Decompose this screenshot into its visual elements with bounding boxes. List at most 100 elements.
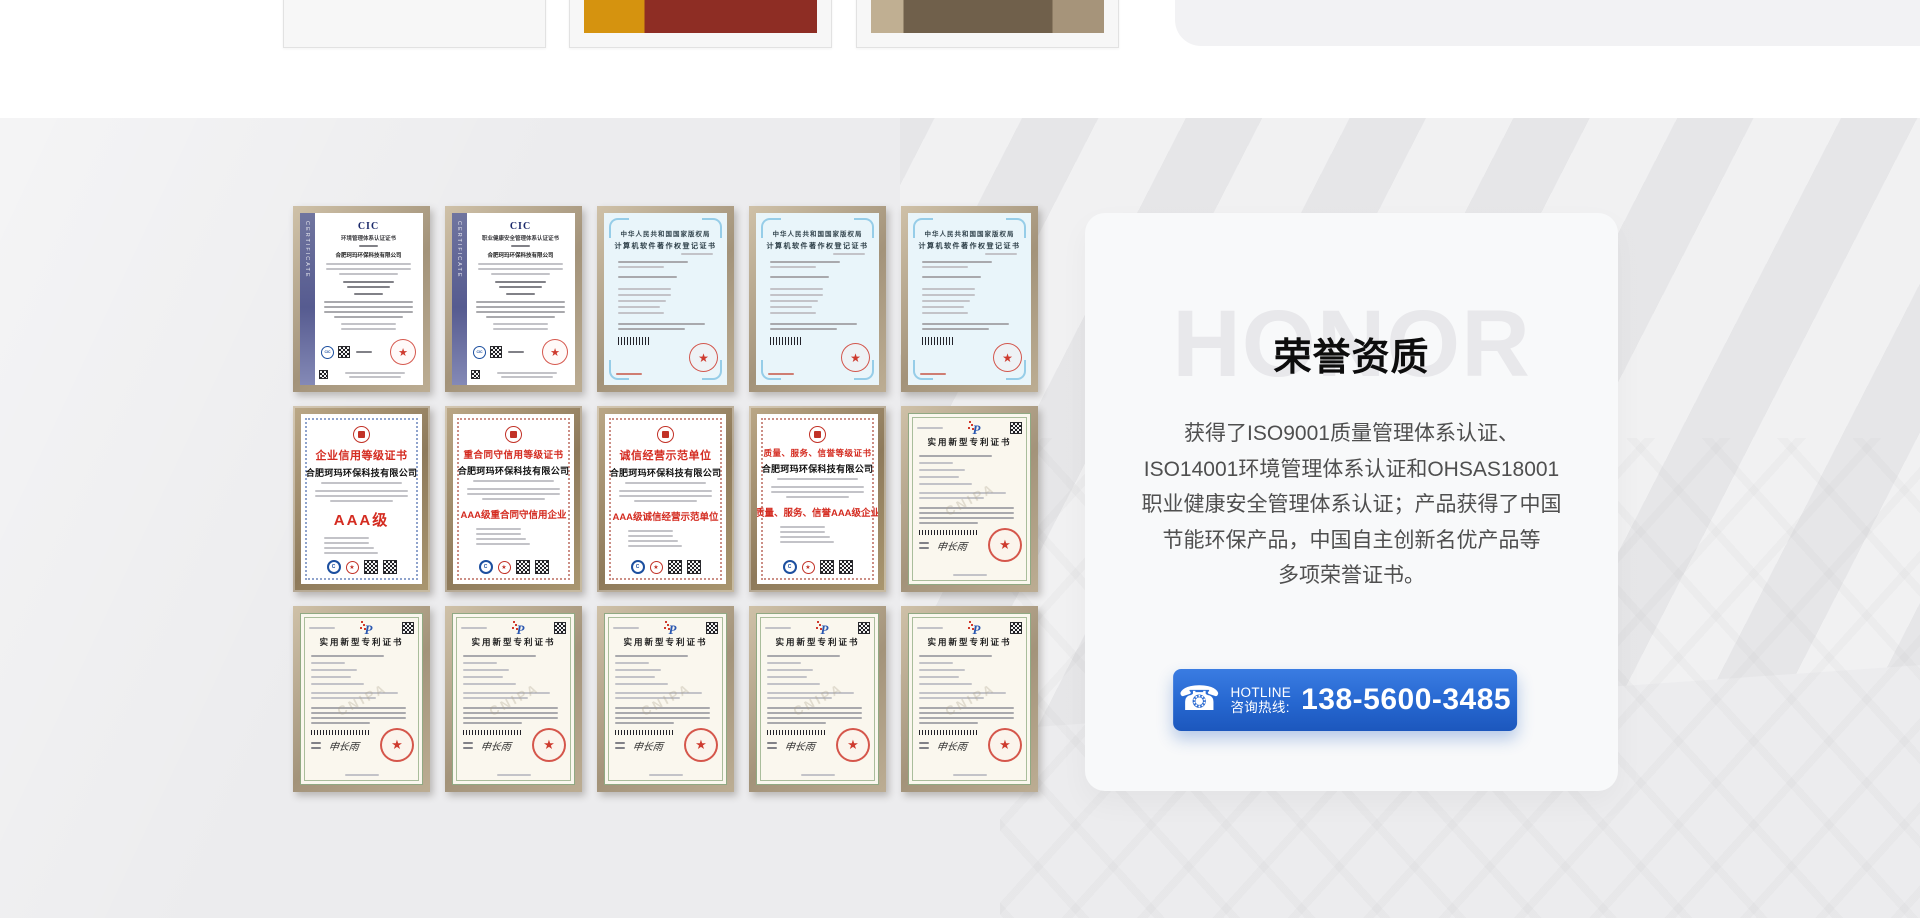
certificate-patent[interactable]: P 实用新型专利证书 CNIPA 申长雨 ★ xyxy=(597,606,734,792)
cnipa-logo: P xyxy=(512,621,530,634)
hotline-number: 138-5600-3485 xyxy=(1301,683,1511,717)
certificate-title: 计算机软件著作权登记证书 xyxy=(908,241,1031,251)
qr-code xyxy=(820,560,834,574)
hotline-label-en: HOTLINE xyxy=(1230,685,1291,701)
certificate-title: 质量、服务、信誉等级证书 xyxy=(764,447,872,459)
qr-code xyxy=(471,370,480,379)
certificate-logos: CIC ★ xyxy=(319,339,418,367)
qr-code xyxy=(535,560,549,574)
previous-section-strip xyxy=(0,0,1920,118)
red-seal: ★ xyxy=(993,343,1022,372)
red-seal: ★ xyxy=(689,343,718,372)
red-seal: ★ xyxy=(390,339,416,365)
award-grade: AAA级 xyxy=(334,509,390,530)
cic-certificate-band: CERTIFICATE xyxy=(300,213,315,385)
certificate-title: 实用新型专利证书 xyxy=(909,636,1030,648)
barcode xyxy=(770,337,802,345)
credit-emblem xyxy=(505,426,522,443)
certificate-logos: CIC ★ xyxy=(471,339,570,367)
excavation-site-photo xyxy=(298,0,531,33)
certificate-body-lines xyxy=(770,261,865,345)
certificate-title: 实用新型专利证书 xyxy=(909,436,1030,448)
hotline-label-zh: 咨询热线: xyxy=(1230,700,1289,716)
truck-worksite-photo xyxy=(584,0,817,33)
director-signature: 申长雨 xyxy=(328,738,360,753)
certificate-title: 职业健康安全管理体系认证证书 xyxy=(471,234,570,242)
certificate-patent[interactable]: P 实用新型专利证书 CNIPA 申长雨 ★ xyxy=(749,606,886,792)
certificate-title: 计算机软件著作权登记证书 xyxy=(756,241,879,251)
credit-emblem xyxy=(657,426,674,443)
qr-code xyxy=(687,560,701,574)
honor-panel: HONOR 荣誉资质 获得了ISO9001质量管理体系认证、 ISO14001环… xyxy=(1085,213,1618,791)
certificate-patent[interactable]: P 实用新型专利证书 CNIPA 申长雨 ★ xyxy=(901,606,1038,792)
qr-code xyxy=(668,560,682,574)
red-seal: ★ xyxy=(684,728,718,762)
certificate-honor[interactable]: 诚信经营示范单位 合肥珂玛环保科技有限公司 AAA级诚信经营示范单位 C ★ xyxy=(597,406,734,592)
project-photo-card[interactable] xyxy=(283,0,546,48)
company-name: 合肥珂玛环保科技有限公司 xyxy=(306,466,418,479)
company-name: 合肥珂玛环保科技有限公司 xyxy=(762,462,874,475)
director-signature: 申长雨 xyxy=(480,738,512,753)
director-signature: 申长雨 xyxy=(784,738,816,753)
certificate-honor[interactable]: 质量、服务、信誉等级证书 合肥珂玛环保科技有限公司 质量、服务、信誉AAA级企业… xyxy=(749,406,886,592)
certificate-title: 实用新型专利证书 xyxy=(301,636,422,648)
certificate-patent[interactable]: P 实用新型专利证书 CNIPA 申长雨 ★ xyxy=(293,606,430,792)
red-seal: ★ xyxy=(532,728,566,762)
honor-section: CERTIFICATE CIC 环境管理体系认证证书 合肥珂玛环保科技有限公司 … xyxy=(0,118,1920,918)
page: CERTIFICATE CIC 环境管理体系认证证书 合肥珂玛环保科技有限公司 … xyxy=(0,0,1920,918)
project-photo-card[interactable] xyxy=(569,0,832,48)
concrete-pit-photo xyxy=(871,0,1104,33)
qr-code xyxy=(383,560,397,574)
director-signature: 申长雨 xyxy=(632,738,664,753)
certificate-cic[interactable]: CERTIFICATE CIC 职业健康安全管理体系认证证书 合肥珂玛环保科技有… xyxy=(445,206,582,392)
cnipa-logo: P xyxy=(360,621,378,634)
award-grade: 质量、服务、信誉AAA级企业 xyxy=(757,505,878,519)
qr-code xyxy=(516,560,530,574)
credit-emblem xyxy=(809,426,826,443)
cic-logo: CIC xyxy=(471,221,570,232)
red-seal: ★ xyxy=(988,528,1022,562)
qr-code xyxy=(839,560,853,574)
certificate-body-lines xyxy=(618,261,713,345)
certificate-grid: CERTIFICATE CIC 环境管理体系认证证书 合肥珂玛环保科技有限公司 … xyxy=(293,206,1038,792)
certificate-honor[interactable]: 企业信用等级证书 合肥珂玛环保科技有限公司 AAA级 C ★ xyxy=(293,406,430,592)
red-seal: ★ xyxy=(841,343,870,372)
company-name: 合肥珂玛环保科技有限公司 xyxy=(471,251,570,259)
section-description: 获得了ISO9001质量管理体系认证、 ISO14001环境管理体系认证和OHS… xyxy=(1101,416,1602,594)
qr-code xyxy=(319,370,328,379)
certificate-title: 计算机软件著作权登记证书 xyxy=(604,241,727,251)
certificate-title: 重合同守信用等级证书 xyxy=(463,447,563,461)
qr-code xyxy=(402,622,414,634)
qr-code xyxy=(1010,622,1022,634)
qr-code xyxy=(338,346,350,358)
description-line: 获得了ISO9001质量管理体系认证、 xyxy=(1101,416,1602,452)
certificate-logos: C ★ xyxy=(631,560,701,576)
certificate-patent[interactable]: P 实用新型专利证书 CNIPA 申长雨 ★ xyxy=(901,406,1038,592)
certificate-title: 环境管理体系认证证书 xyxy=(319,234,418,242)
company-name: 合肥珂玛环保科技有限公司 xyxy=(319,251,418,259)
qr-code xyxy=(364,560,378,574)
certificate-copyright[interactable]: 中华人民共和国国家版权局 计算机软件著作权登记证书 ★ xyxy=(597,206,734,392)
description-line: 职业健康安全管理体系认证；产品获得了中国 xyxy=(1101,487,1602,523)
description-line: 多项荣誉证书。 xyxy=(1101,558,1602,594)
barcode xyxy=(922,337,954,345)
director-signature: 申长雨 xyxy=(936,738,968,753)
hotline-button[interactable]: ☎ HOTLINE 咨询热线: 138-5600-3485 xyxy=(1173,669,1517,731)
certificate-title: 企业信用等级证书 xyxy=(316,447,408,463)
certificate-body-lines xyxy=(922,261,1017,345)
phone-icon: ☎ xyxy=(1178,682,1220,716)
certificate-copyright[interactable]: 中华人民共和国国家版权局 计算机软件著作权登记证书 ★ xyxy=(749,206,886,392)
cic-certificate-band: CERTIFICATE xyxy=(452,213,467,385)
certificate-honor[interactable]: 重合同守信用等级证书 合肥珂玛环保科技有限公司 AAA级重合同守信用企业 C ★ xyxy=(445,406,582,592)
project-photo-card[interactable] xyxy=(856,0,1119,48)
cic-logo: CIC xyxy=(319,221,418,232)
certificate-cic[interactable]: CERTIFICATE CIC 环境管理体系认证证书 合肥珂玛环保科技有限公司 … xyxy=(293,206,430,392)
red-seal: ★ xyxy=(542,339,568,365)
cnipa-logo: P xyxy=(664,621,682,634)
certificate-title: 实用新型专利证书 xyxy=(757,636,878,648)
red-seal: ★ xyxy=(380,728,414,762)
certificate-patent[interactable]: P 实用新型专利证书 CNIPA 申长雨 ★ xyxy=(445,606,582,792)
barcode xyxy=(618,337,650,345)
section-title: 荣誉资质 xyxy=(1085,335,1618,381)
certificate-copyright[interactable]: 中华人民共和国国家版权局 计算机软件著作权登记证书 ★ xyxy=(901,206,1038,392)
